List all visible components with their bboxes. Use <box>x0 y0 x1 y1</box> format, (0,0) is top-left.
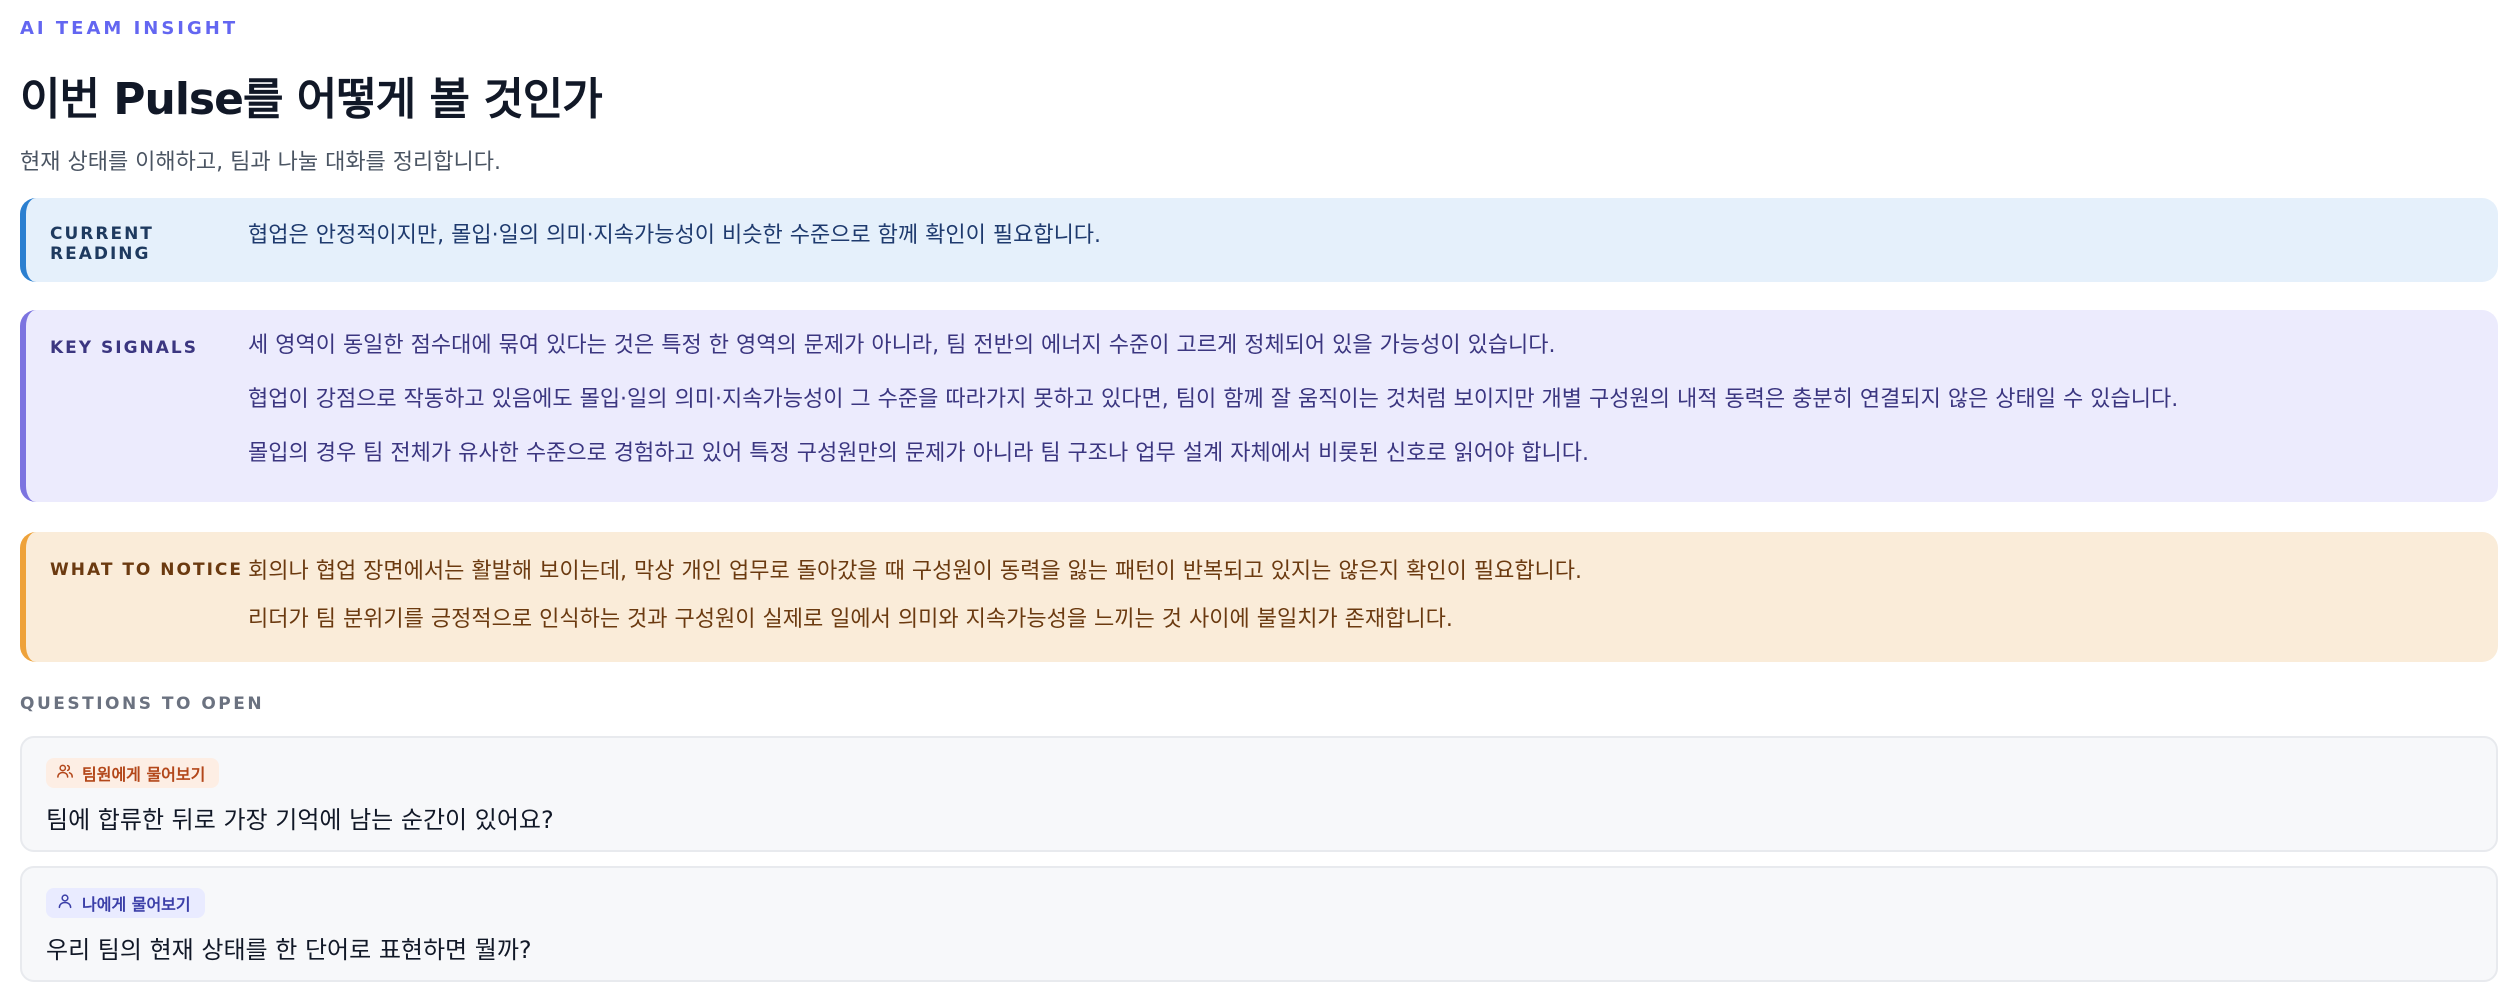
what-to-notice-card: WHAT TO NOTICE 회의나 협업 장면에서는 활발해 보이는데, 막상… <box>20 532 2498 662</box>
what-to-notice-label: WHAT TO NOTICE <box>50 560 243 580</box>
ask-team-chip: 팀원에게 물어보기 <box>46 758 220 788</box>
current-reading-label: CURRENT READING <box>50 224 154 264</box>
notice-item: 리더가 팀 분위기를 긍정적으로 인식하는 것과 구성원이 실제로 일에서 의미… <box>248 607 1453 632</box>
current-reading-text: 협업은 안정적이지만, 몰입·일의 의미·지속가능성이 비슷한 수준으로 함께 … <box>248 223 1102 248</box>
key-signals-label: KEY SIGNALS <box>50 338 198 358</box>
question-text: 우리 팀의 현재 상태를 한 단어로 표현하면 뭘까? <box>46 936 532 964</box>
key-signal-item: 세 영역이 동일한 점수대에 묶여 있다는 것은 특정 한 영역의 문제가 아니… <box>248 333 1556 358</box>
question-text: 팀에 합류한 뒤로 가장 기억에 남는 순간이 있어요? <box>46 806 554 834</box>
key-signals-card: KEY SIGNALS 세 영역이 동일한 점수대에 묶여 있다는 것은 특정 … <box>20 310 2498 502</box>
ask-self-chip: 나에게 물어보기 <box>46 888 205 918</box>
notice-item: 회의나 협업 장면에서는 활발해 보이는데, 막상 개인 업무로 돌아갔을 때 … <box>248 559 1583 584</box>
ask-self-label: 나에게 물어보기 <box>82 895 191 914</box>
user-icon <box>56 892 74 914</box>
key-signal-item: 몰입의 경우 팀 전체가 유사한 수준으로 경험하고 있어 특정 구성원만의 문… <box>248 441 1590 466</box>
insight-page: AI TEAM INSIGHT 이번 Pulse를 어떻게 볼 것인가 현재 상… <box>0 0 2512 988</box>
page-title: 이번 Pulse를 어떻게 볼 것인가 <box>20 74 603 125</box>
key-signal-item: 협업이 강점으로 작동하고 있음에도 몰입·일의 의미·지속가능성이 그 수준을… <box>248 387 2179 412</box>
current-reading-card: CURRENT READING 협업은 안정적이지만, 몰입·일의 의미·지속가… <box>20 198 2498 282</box>
users-icon <box>56 762 74 784</box>
ask-team-label: 팀원에게 물어보기 <box>82 765 206 784</box>
page-subtitle: 현재 상태를 이해하고, 팀과 나눌 대화를 정리합니다. <box>20 150 501 175</box>
question-card-team[interactable]: 팀원에게 물어보기 팀에 합류한 뒤로 가장 기억에 남는 순간이 있어요? <box>20 736 2498 852</box>
eyebrow-label: AI TEAM INSIGHT <box>20 18 239 39</box>
question-card-self[interactable]: 나에게 물어보기 우리 팀의 현재 상태를 한 단어로 표현하면 뭘까? <box>20 866 2498 982</box>
questions-heading: QUESTIONS TO OPEN <box>20 694 265 714</box>
